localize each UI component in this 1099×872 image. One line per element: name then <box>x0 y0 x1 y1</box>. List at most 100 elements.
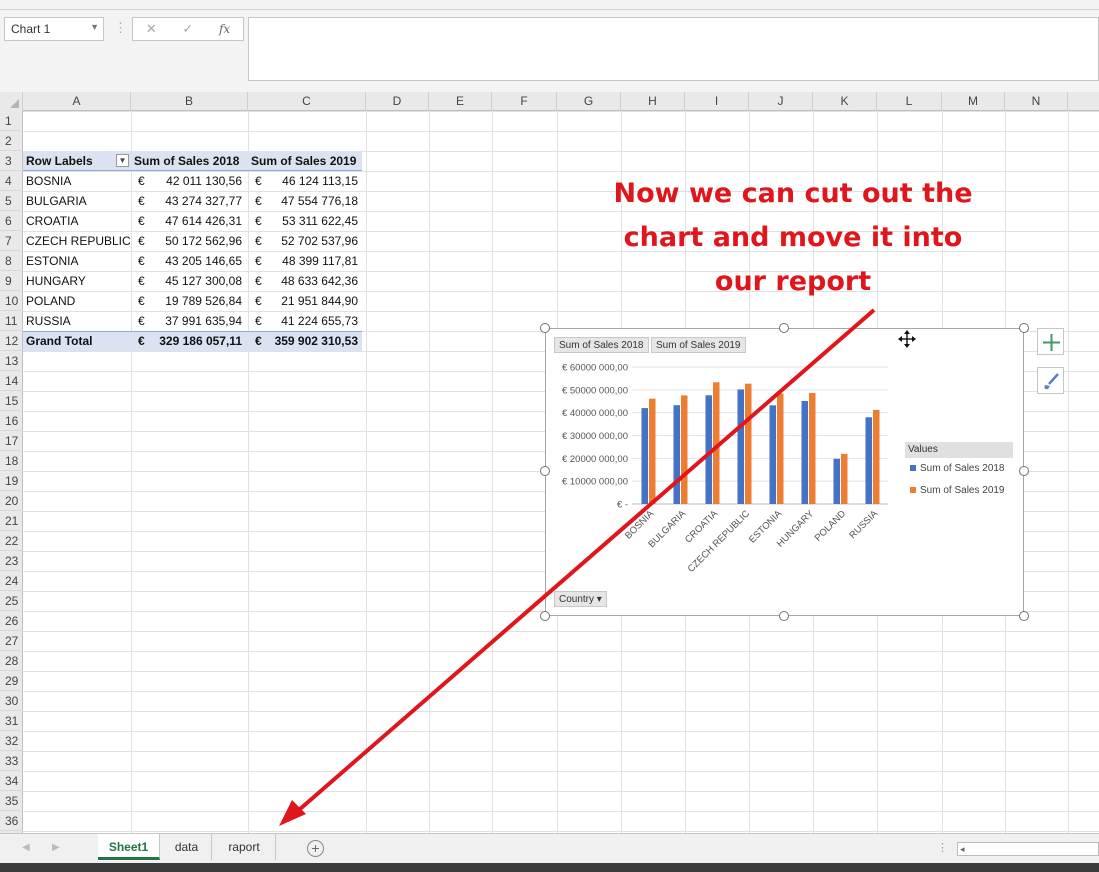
column-header[interactable]: J <box>749 92 813 111</box>
sheet-tab-sheet1[interactable]: Sheet1 <box>98 834 160 860</box>
row-header[interactable]: 11 <box>0 311 23 331</box>
pivot-value-2019[interactable]: 48 633 642,36 <box>257 271 358 291</box>
chevron-down-icon[interactable]: ▼ <box>90 22 99 32</box>
resize-handle[interactable] <box>779 323 789 333</box>
formula-input[interactable] <box>248 17 1099 81</box>
pivot-value-2019[interactable]: 41 224 655,73 <box>257 311 358 331</box>
pivot-header-2018[interactable]: Sum of Sales 2018 <box>134 151 239 171</box>
scroll-tabs-right-icon[interactable]: ▶ <box>52 842 60 853</box>
row-header[interactable]: 1 <box>0 111 23 131</box>
pivot-value-2018[interactable]: 43 274 327,77 <box>140 191 242 211</box>
pivot-row-label[interactable]: CZECH REPUBLIC <box>26 231 130 251</box>
pivot-value-2019[interactable]: 359 902 310,53 <box>257 331 358 351</box>
row-header[interactable]: 32 <box>0 731 23 751</box>
cancel-icon[interactable]: ✕ <box>146 21 157 37</box>
legend-entry[interactable]: Sum of Sales 2018 <box>910 463 1005 474</box>
column-header[interactable]: B <box>131 92 248 111</box>
row-header[interactable]: 2 <box>0 131 23 151</box>
column-header[interactable]: F <box>492 92 557 111</box>
row-header[interactable]: 10 <box>0 291 23 311</box>
pivot-row-label[interactable]: POLAND <box>26 291 130 311</box>
add-sheet-icon[interactable]: + <box>307 840 324 857</box>
pivot-value-2018[interactable]: 42 011 130,56 <box>140 171 242 191</box>
resize-handle[interactable] <box>540 611 550 621</box>
row-header[interactable]: 19 <box>0 471 23 491</box>
chart-styles-brush-icon[interactable] <box>1037 367 1064 394</box>
row-header[interactable]: 5 <box>0 191 23 211</box>
row-header[interactable]: 15 <box>0 391 23 411</box>
scroll-left-icon[interactable]: ◂ <box>960 843 965 855</box>
enter-icon[interactable]: ✓ <box>182 21 193 37</box>
pivot-value-2019[interactable]: 52 702 537,96 <box>257 231 358 251</box>
row-header[interactable]: 27 <box>0 631 23 651</box>
sheet-tab-raport[interactable]: raport <box>213 834 276 860</box>
pivot-value-2018[interactable]: 43 205 146,65 <box>140 251 242 271</box>
resize-handle[interactable] <box>1019 611 1029 621</box>
row-header[interactable]: 28 <box>0 651 23 671</box>
insert-function-icon[interactable]: fx <box>219 22 230 36</box>
row-header[interactable]: 9 <box>0 271 23 291</box>
row-header[interactable]: 17 <box>0 431 23 451</box>
row-header[interactable]: 30 <box>0 691 23 711</box>
row-header[interactable]: 29 <box>0 671 23 691</box>
pivot-value-2019[interactable]: 48 399 117,81 <box>257 251 358 271</box>
row-header[interactable]: 31 <box>0 711 23 731</box>
row-header[interactable]: 6 <box>0 211 23 231</box>
pivot-header-row-labels[interactable]: Row Labels <box>26 151 93 171</box>
row-header[interactable]: 24 <box>0 571 23 591</box>
resize-handle[interactable] <box>1019 466 1029 476</box>
row-header[interactable]: 21 <box>0 511 23 531</box>
pivot-row-label[interactable]: ESTONIA <box>26 251 130 271</box>
row-header[interactable]: 8 <box>0 251 23 271</box>
chart-field-button-2018[interactable]: Sum of Sales 2018 <box>554 337 649 353</box>
resize-handle[interactable] <box>1019 323 1029 333</box>
column-header[interactable]: M <box>942 92 1005 111</box>
pivot-value-2019[interactable]: 21 951 844,90 <box>257 291 358 311</box>
row-header[interactable]: 13 <box>0 351 23 371</box>
pivot-value-2018[interactable]: 47 614 426,31 <box>140 211 242 231</box>
legend-entry[interactable]: Sum of Sales 2019 <box>910 485 1005 496</box>
row-header[interactable]: 20 <box>0 491 23 511</box>
name-box[interactable]: Chart 1 ▼ <box>4 17 104 41</box>
row-header[interactable]: 18 <box>0 451 23 471</box>
column-header[interactable]: E <box>429 92 492 111</box>
pivot-value-2018[interactable]: 329 186 057,11 <box>140 331 242 351</box>
pivot-row-label[interactable]: BOSNIA <box>26 171 130 191</box>
horizontal-scrollbar[interactable]: ◂ <box>957 842 1099 856</box>
row-header[interactable]: 7 <box>0 231 23 251</box>
column-header[interactable]: K <box>813 92 877 111</box>
column-header[interactable]: L <box>877 92 942 111</box>
pivot-header-2019[interactable]: Sum of Sales 2019 <box>251 151 356 171</box>
pivot-value-2018[interactable]: 45 127 300,08 <box>140 271 242 291</box>
filter-dropdown-icon[interactable]: ▼ <box>116 154 129 167</box>
row-header[interactable]: 36 <box>0 811 23 831</box>
column-header[interactable]: A <box>23 92 131 111</box>
chart-axis-field-button[interactable]: Country ▾ <box>554 591 607 607</box>
row-header[interactable]: 4 <box>0 171 23 191</box>
pivot-row-label[interactable]: RUSSIA <box>26 311 130 331</box>
row-header[interactable]: 22 <box>0 531 23 551</box>
pivot-value-2018[interactable]: 37 991 635,94 <box>140 311 242 331</box>
scroll-tabs-left-icon[interactable]: ◀ <box>22 842 30 853</box>
column-header[interactable]: G <box>557 92 621 111</box>
pivot-value-2018[interactable]: 50 172 562,96 <box>140 231 242 251</box>
resize-handle[interactable] <box>540 466 550 476</box>
row-header[interactable]: 35 <box>0 791 23 811</box>
row-header[interactable]: 3 <box>0 151 23 171</box>
sheet-tab-data[interactable]: data <box>162 834 212 860</box>
row-header[interactable]: 34 <box>0 771 23 791</box>
row-header[interactable]: 16 <box>0 411 23 431</box>
row-header[interactable]: 26 <box>0 611 23 631</box>
resize-handle[interactable] <box>779 611 789 621</box>
column-header[interactable]: H <box>621 92 685 111</box>
row-header[interactable]: 23 <box>0 551 23 571</box>
pivot-value-2018[interactable]: 19 789 526,84 <box>140 291 242 311</box>
column-header[interactable]: C <box>248 92 366 111</box>
select-all-button[interactable] <box>0 92 23 111</box>
column-header[interactable]: D <box>366 92 429 111</box>
chart-elements-plus-icon[interactable] <box>1037 328 1064 355</box>
row-header[interactable]: 33 <box>0 751 23 771</box>
row-header[interactable]: 14 <box>0 371 23 391</box>
pivot-value-2019[interactable]: 47 554 776,18 <box>257 191 358 211</box>
pivot-value-2019[interactable]: 53 311 622,45 <box>257 211 358 231</box>
